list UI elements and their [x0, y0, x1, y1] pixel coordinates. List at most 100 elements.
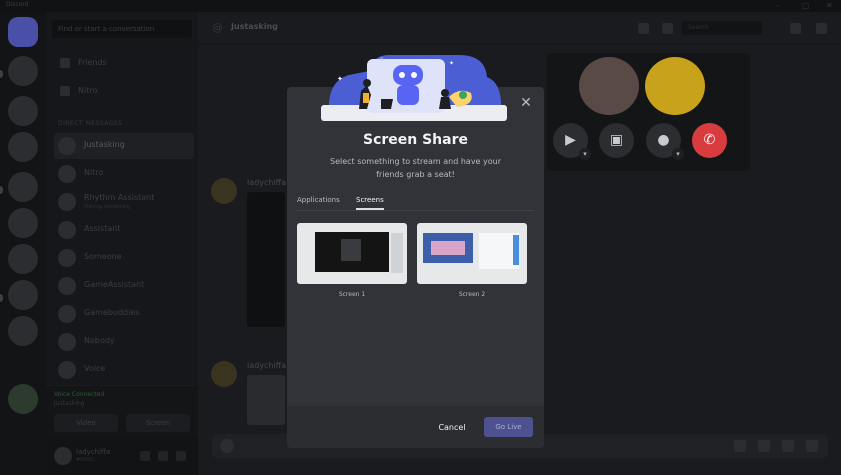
server-icon[interactable] — [8, 172, 38, 202]
gif-icon[interactable] — [758, 440, 770, 452]
settings-icon[interactable] — [176, 451, 186, 461]
voice-channel-name[interactable]: Justasking — [54, 400, 85, 407]
server-icon[interactable] — [8, 132, 38, 162]
cancel-button[interactable]: Cancel — [434, 421, 470, 435]
dm-name: Someone — [84, 252, 122, 261]
avatar — [58, 277, 76, 295]
end-call-button[interactable]: ✆ — [692, 123, 727, 158]
dm-name: Voice — [84, 364, 106, 373]
avatar — [58, 193, 76, 211]
server-icon[interactable] — [8, 208, 38, 238]
avatar — [58, 137, 76, 155]
modal-title: Screen Share — [362, 132, 468, 148]
conversation-search[interactable]: Find or start a conversation — [52, 20, 192, 38]
server-icon[interactable] — [8, 244, 38, 274]
dm-item[interactable]: Nitro — [54, 161, 194, 187]
camera-button[interactable]: ▶ ▾ — [553, 123, 591, 160]
nav-friends[interactable]: Friends — [54, 52, 192, 74]
add-server-button[interactable] — [8, 384, 38, 414]
participant-avatar[interactable] — [579, 57, 639, 115]
avatar — [58, 305, 76, 323]
screen-1-thumbnail[interactable] — [297, 223, 407, 284]
screen-share-icon: ▣ — [609, 132, 624, 148]
unread-indicator — [0, 294, 3, 302]
add-attachment-icon[interactable] — [220, 439, 234, 453]
pin-icon[interactable] — [638, 23, 649, 34]
discord-app: Discord – ▢ ✕ Find or start a conversati… — [0, 0, 841, 475]
dm-item[interactable]: GameAssistant — [54, 273, 194, 299]
avatar[interactable] — [54, 447, 72, 465]
nav-label: Nitro — [78, 86, 98, 95]
sticker-icon[interactable] — [782, 440, 794, 452]
hang-up-icon: ✆ — [703, 132, 716, 148]
channel-search[interactable]: Search — [682, 21, 762, 35]
screen-button[interactable]: Screen — [126, 414, 190, 432]
close-window-button[interactable]: ✕ — [826, 0, 833, 12]
screen-preview — [513, 235, 519, 265]
dm-item[interactable]: Justasking — [54, 133, 194, 159]
inbox-icon[interactable] — [790, 23, 801, 34]
tab-applications[interactable]: Applications — [297, 196, 340, 204]
share-screen-button[interactable]: ▣ — [599, 123, 634, 158]
dm-activity: Playing something — [84, 204, 131, 210]
mic-button[interactable]: ● ▾ — [646, 123, 684, 160]
home-button[interactable] — [8, 17, 38, 47]
channel-name: Justasking — [231, 22, 278, 31]
avatar — [58, 165, 76, 183]
screen-preview — [341, 239, 361, 261]
mic-icon[interactable] — [140, 451, 150, 461]
server-icon[interactable] — [8, 280, 38, 310]
message-author[interactable]: ladychiffa — [247, 361, 286, 370]
maximize-button[interactable]: ▢ — [802, 0, 810, 12]
svg-text:✕: ✕ — [379, 56, 384, 63]
dm-name: Rhythm Assistant — [84, 193, 155, 202]
add-friend-icon[interactable] — [662, 23, 673, 34]
svg-text:✦: ✦ — [449, 60, 454, 67]
video-button[interactable]: Video — [54, 414, 118, 432]
dm-item[interactable]: Assistant — [54, 217, 194, 243]
headphones-icon[interactable] — [158, 451, 168, 461]
avatar[interactable] — [211, 178, 237, 204]
go-live-button[interactable]: Go Live — [484, 417, 533, 437]
server-icon[interactable] — [8, 96, 38, 126]
avatar — [58, 361, 76, 379]
message-author[interactable]: ladychiffa — [247, 178, 286, 187]
avatar — [58, 249, 76, 267]
message-attachment[interactable] — [247, 192, 285, 327]
dm-item[interactable]: Rhythm Assistant Playing something — [54, 189, 194, 215]
modal-subtitle: Select something to stream and have your… — [329, 157, 502, 179]
nitro-icon — [60, 86, 70, 96]
dm-item[interactable]: Gamebuddies — [54, 301, 194, 327]
at-icon: @ — [212, 21, 223, 34]
avatar — [58, 333, 76, 351]
server-icon[interactable] — [8, 316, 38, 346]
nav-nitro[interactable]: Nitro — [54, 80, 192, 102]
minimize-button[interactable]: – — [776, 0, 780, 12]
channel-header: @ Justasking Search — [198, 12, 841, 44]
screen-1-label: Screen 1 — [338, 291, 366, 298]
dm-item[interactable]: Nobody — [54, 329, 194, 355]
chevron-down-icon[interactable]: ▾ — [672, 148, 684, 160]
close-icon[interactable]: ✕ — [519, 96, 533, 110]
help-icon[interactable] — [816, 23, 827, 34]
screen-2-label: Screen 2 — [458, 291, 486, 298]
dm-item[interactable]: Voice — [54, 357, 194, 383]
dm-name: Assistant — [84, 224, 121, 233]
screen-share-modal: ✦ ✦ ✕ ✕ Screen Share Select something to… — [287, 55, 544, 448]
participant-avatar[interactable] — [645, 57, 705, 115]
dm-item[interactable]: Someone — [54, 245, 194, 271]
friends-icon — [60, 58, 70, 68]
message-attachment[interactable] — [247, 375, 285, 425]
dm-name: Justasking — [84, 140, 125, 149]
screen-share-illustration: ✦ ✦ ✕ — [321, 55, 507, 121]
unread-indicator — [0, 70, 3, 78]
chevron-down-icon[interactable]: ▾ — [579, 148, 591, 160]
voice-status-panel: Voice Connected Justasking Video Screen — [46, 385, 198, 437]
emoji-icon[interactable] — [806, 440, 818, 452]
screen-2-thumbnail[interactable] — [417, 223, 527, 284]
gift-icon[interactable] — [734, 440, 746, 452]
tab-screens[interactable]: Screens — [356, 196, 384, 210]
avatar — [58, 221, 76, 239]
avatar[interactable] — [211, 361, 237, 387]
server-icon[interactable] — [8, 56, 38, 86]
